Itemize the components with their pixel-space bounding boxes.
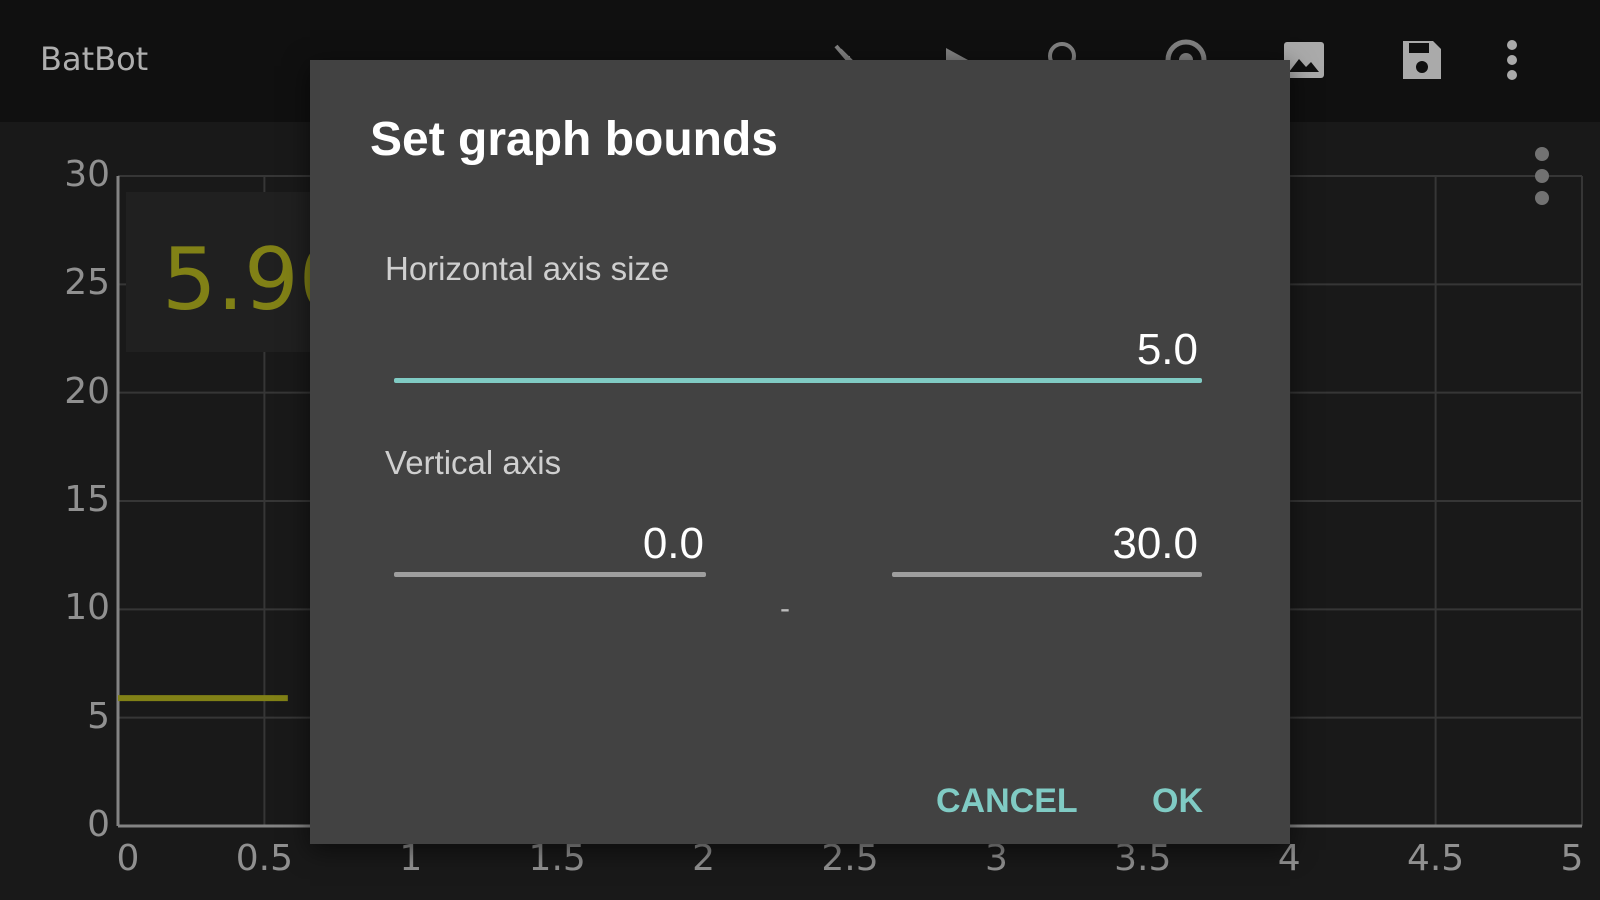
- vertical-axis-min-input[interactable]: [394, 516, 704, 572]
- ok-button[interactable]: OK: [1144, 778, 1211, 825]
- vertical-min-underline: [394, 572, 706, 577]
- set-graph-bounds-dialog: Set graph bounds Horizontal axis size Ve…: [310, 60, 1290, 844]
- vertical-axis-label: Vertical axis: [385, 444, 562, 481]
- vertical-axis-max-input[interactable]: [892, 516, 1198, 572]
- range-separator: -: [780, 592, 790, 625]
- vertical-max-underline: [892, 572, 1202, 577]
- horizontal-axis-underline: [394, 378, 1202, 383]
- cancel-button[interactable]: CANCEL: [928, 778, 1086, 825]
- horizontal-axis-size-input[interactable]: [392, 322, 1198, 378]
- dialog-title: Set graph bounds: [370, 113, 778, 166]
- horizontal-axis-label: Horizontal axis size: [385, 250, 670, 287]
